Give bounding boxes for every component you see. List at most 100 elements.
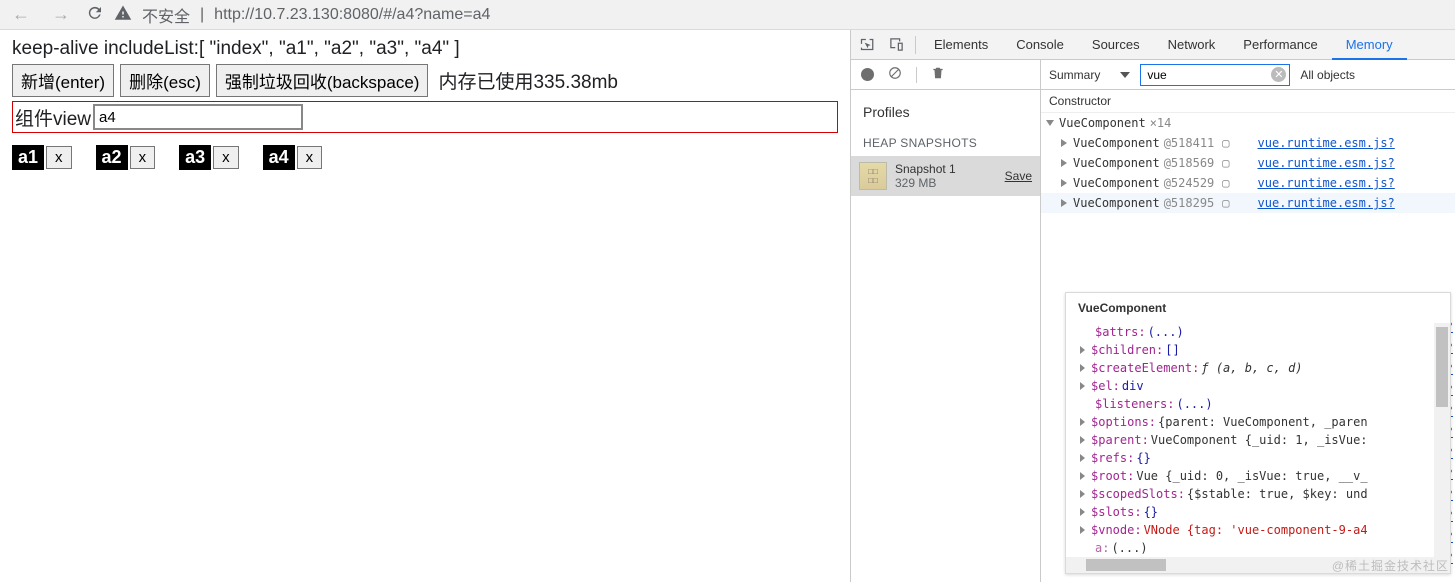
expand-icon[interactable] <box>1080 436 1085 444</box>
view-select[interactable]: Summary <box>1049 68 1130 82</box>
expand-icon[interactable] <box>1080 454 1085 462</box>
record-icon[interactable] <box>861 68 874 81</box>
expand-icon[interactable] <box>1061 139 1067 147</box>
expand-icon[interactable] <box>1061 179 1067 187</box>
expand-icon[interactable] <box>1080 508 1085 516</box>
inspect-icon[interactable] <box>851 37 881 52</box>
expand-icon[interactable] <box>1061 199 1067 207</box>
clear-icon[interactable] <box>888 66 902 83</box>
source-link[interactable]: vue.runtime.esm.js? <box>1258 196 1395 210</box>
object-id: @518411 <box>1164 136 1215 150</box>
trash-icon[interactable] <box>931 66 945 83</box>
property-value: {} <box>1136 451 1150 465</box>
expand-icon[interactable] <box>1080 418 1085 426</box>
all-objects-select[interactable]: All objects <box>1300 68 1355 82</box>
property-row[interactable]: $attrs: (...) <box>1078 323 1450 341</box>
constructor-header: Constructor <box>1041 90 1455 113</box>
property-row[interactable]: a: (...) <box>1078 539 1450 557</box>
expand-icon[interactable] <box>1080 346 1085 354</box>
property-row[interactable]: $createElement: ƒ (a, b, c, d) <box>1078 359 1450 377</box>
property-row[interactable]: $el: div <box>1078 377 1450 395</box>
snapshot-save-link[interactable]: Save <box>1005 169 1032 183</box>
include-list-text: keep-alive includeList:[ "index", "a1", … <box>12 38 838 60</box>
heap-row-selected[interactable]: VueComponent @518295 ▢ vue.runtime.esm.j… <box>1041 193 1455 213</box>
nav-forward-icon[interactable]: → <box>46 4 76 25</box>
heap-group-row[interactable]: VueComponent ×14 <box>1041 113 1455 133</box>
heap-row[interactable]: VueComponent @518569 ▢ vue.runtime.esm.j… <box>1041 153 1455 173</box>
property-row[interactable]: $options: {parent: VueComponent, _paren <box>1078 413 1450 431</box>
nav-back-icon[interactable]: ← <box>6 4 36 25</box>
constructor-name: VueComponent <box>1059 116 1146 130</box>
insecure-icon <box>114 4 132 25</box>
tab-sources[interactable]: Sources <box>1078 30 1154 60</box>
source-link[interactable]: vue.runtime.esm.js? <box>1258 136 1395 150</box>
constructor-name: VueComponent <box>1073 196 1160 210</box>
tag-close-button[interactable]: x <box>130 146 156 169</box>
add-button[interactable]: 新增(enter) <box>12 64 114 97</box>
property-row[interactable]: $refs: {} <box>1078 449 1450 467</box>
property-name: $createElement: <box>1091 361 1199 375</box>
property-row[interactable]: $vnode: VNode {tag: 'vue-component-9-a4 <box>1078 521 1450 539</box>
property-value: {} <box>1144 505 1158 519</box>
tag-close-button[interactable]: x <box>297 146 323 169</box>
property-value: {parent: VueComponent, _paren <box>1158 415 1368 429</box>
source-link[interactable]: vue.runtime.esm.js? <box>1258 176 1395 190</box>
tag-close-button[interactable]: x <box>46 146 72 169</box>
profiles-label: Profiles <box>851 90 1040 132</box>
source-link[interactable]: vue.runtime.esm.js? <box>1258 156 1395 170</box>
property-row[interactable]: $scopedSlots: {$stable: true, $key: und <box>1078 485 1450 503</box>
expand-icon[interactable] <box>1080 526 1085 534</box>
view-input[interactable] <box>93 104 303 130</box>
device-icon[interactable] <box>881 37 911 52</box>
property-value: [] <box>1165 343 1179 357</box>
heap-snapshots-label: HEAP SNAPSHOTS <box>851 132 1040 156</box>
property-name: $options: <box>1091 415 1156 429</box>
scrollbar-thumb[interactable] <box>1436 327 1448 407</box>
reload-icon[interactable] <box>86 4 104 25</box>
expand-icon[interactable] <box>1080 490 1085 498</box>
property-row[interactable]: $parent: VueComponent {_uid: 1, _isVue: <box>1078 431 1450 449</box>
heap-row[interactable]: VueComponent @518411 ▢ vue.runtime.esm.j… <box>1041 133 1455 153</box>
tab-memory[interactable]: Memory <box>1332 30 1407 60</box>
tab-elements[interactable]: Elements <box>920 30 1002 60</box>
tab-performance[interactable]: Performance <box>1229 30 1331 60</box>
instance-count: ×14 <box>1150 116 1172 130</box>
snapshot-item[interactable]: Snapshot 1 329 MB Save <box>851 156 1040 196</box>
property-row[interactable]: $listeners: (...) <box>1078 395 1450 413</box>
page-content: keep-alive includeList:[ "index", "a1", … <box>0 30 850 582</box>
element-icon: ▢ <box>1222 136 1229 150</box>
expand-icon[interactable] <box>1080 364 1085 372</box>
tag-label[interactable]: a1 <box>12 145 44 170</box>
class-filter-input[interactable] <box>1140 64 1290 86</box>
gc-button[interactable]: 强制垃圾回收(backspace) <box>216 64 429 97</box>
expand-icon[interactable] <box>1061 159 1067 167</box>
expand-icon[interactable] <box>1080 382 1085 390</box>
tag-close-button[interactable]: x <box>213 146 239 169</box>
expand-icon[interactable] <box>1046 120 1054 126</box>
property-name: $slots: <box>1091 505 1142 519</box>
delete-button[interactable]: 删除(esc) <box>120 64 210 97</box>
property-row[interactable]: $children: [] <box>1078 341 1450 359</box>
object-id: @518569 <box>1164 156 1215 170</box>
memory-text: 内存已使用335.38mb <box>438 67 618 94</box>
tag-item-a3: a3 x <box>179 145 239 170</box>
chevron-down-icon <box>1120 72 1130 78</box>
expand-icon[interactable] <box>1080 472 1085 480</box>
tag-label[interactable]: a3 <box>179 145 211 170</box>
heap-row[interactable]: VueComponent @524529 ▢ vue.runtime.esm.j… <box>1041 173 1455 193</box>
vertical-scrollbar[interactable] <box>1434 323 1450 573</box>
tag-label[interactable]: a4 <box>263 145 295 170</box>
tag-label[interactable]: a2 <box>96 145 128 170</box>
clear-filter-icon[interactable]: ✕ <box>1271 67 1286 82</box>
property-row[interactable]: $root: Vue {_uid: 0, _isVue: true, __v_ <box>1078 467 1450 485</box>
tab-network[interactable]: Network <box>1154 30 1230 60</box>
view-select-label: Summary <box>1049 68 1100 82</box>
property-value: (...) <box>1111 541 1147 555</box>
scrollbar-thumb[interactable] <box>1086 559 1166 571</box>
tab-console[interactable]: Console <box>1002 30 1078 60</box>
object-properties[interactable]: $attrs: (...)$children: []$createElement… <box>1066 323 1450 573</box>
constructor-name: VueComponent <box>1073 176 1160 190</box>
security-label: 不安全 <box>142 3 190 27</box>
property-row[interactable]: $slots: {} <box>1078 503 1450 521</box>
browser-toolbar: ← → 不安全 | http://10.7.23.130:8080/#/a4?n… <box>0 0 1455 30</box>
